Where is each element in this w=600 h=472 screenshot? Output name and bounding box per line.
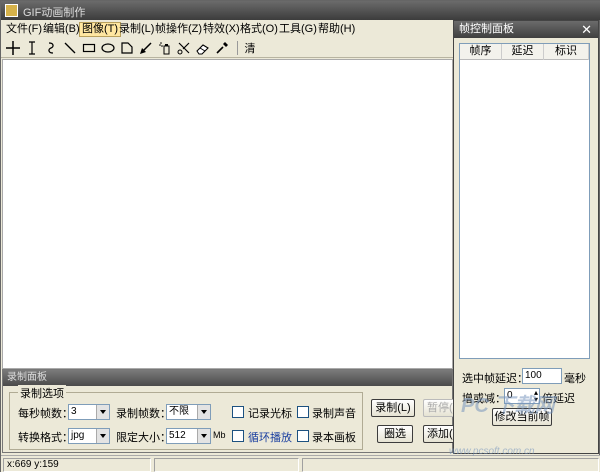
frame-delay-unit: 毫秒 (564, 373, 586, 385)
arrow-icon[interactable] (137, 40, 155, 56)
record-clipboard-label: 录本画板 (312, 432, 356, 444)
ellipse-icon[interactable] (99, 40, 117, 56)
menu-edit[interactable]: 编辑(B) (41, 22, 82, 37)
chevron-down-icon (96, 405, 109, 419)
record-panel: 录制面板 录制选项 每秒帧数： 3 录制帧数： 不限 记录光标 录制声音 转换格… (2, 369, 455, 453)
size-limit-label: 限定大小： (116, 432, 171, 444)
drawing-canvas[interactable] (2, 59, 453, 369)
spray-icon[interactable] (156, 40, 174, 56)
loop-play-checkbox[interactable] (232, 430, 244, 442)
menu-help[interactable]: 帮助(H) (316, 22, 357, 37)
menu-record[interactable]: 录制(L) (117, 22, 156, 37)
eraser-icon[interactable] (194, 40, 212, 56)
record-cursor-checkbox[interactable] (232, 406, 244, 418)
fps-value: 3 (71, 406, 77, 417)
add-button[interactable]: 添加( (423, 425, 455, 443)
menu-file[interactable]: 文件(F) (4, 22, 44, 37)
polygon-icon[interactable] (118, 40, 136, 56)
app-icon (5, 4, 18, 17)
frame-list[interactable]: 帧序 延迟 标识 (459, 43, 590, 359)
text-cursor-icon[interactable] (23, 40, 41, 56)
line-icon[interactable] (61, 40, 79, 56)
format-select[interactable]: jpg (68, 428, 110, 444)
fps-select[interactable]: 3 (68, 404, 110, 420)
close-icon[interactable]: ✕ (581, 22, 592, 37)
status-bar: x:669 y:159 (1, 455, 600, 472)
format-value: jpg (71, 430, 85, 441)
cursor-coordinates: x:669 y:159 (3, 458, 151, 472)
loop-play-label: 循环播放 (248, 432, 292, 444)
menu-effects[interactable]: 特效(X) (201, 22, 242, 37)
region-select-button[interactable]: 圈选 (377, 425, 413, 443)
record-clipboard-checkbox[interactable] (297, 430, 309, 442)
chevron-down-icon (197, 429, 210, 443)
rectangle-icon[interactable] (80, 40, 98, 56)
column-tag[interactable]: 标识 (544, 44, 589, 60)
frames-label: 录制帧数： (116, 408, 171, 420)
watermark-url: www.pcsoft.com.cn (449, 446, 535, 457)
size-unit: Mb (213, 430, 226, 440)
watermark-logo: PC 下载网 (461, 395, 555, 417)
status-cell-3 (302, 458, 599, 472)
frame-list-header: 帧序 延迟 标识 (460, 44, 589, 60)
record-sound-checkbox[interactable] (297, 406, 309, 418)
record-panel-title: 录制面板 (3, 370, 452, 386)
record-options-title: 录制选项 (18, 385, 66, 401)
drawing-toolbar: 清 (1, 38, 453, 58)
record-button[interactable]: 录制(L) (371, 399, 415, 417)
scissors-icon[interactable] (175, 40, 193, 56)
chevron-down-icon (197, 405, 210, 419)
menu-bar: 文件(F) 编辑(B) 图像(T) 录制(L) 帧操作(Z) 特效(X) 格式(… (1, 20, 453, 38)
size-limit-value: 512 (169, 430, 186, 441)
frame-delay-input[interactable]: 100 (522, 368, 562, 384)
record-sound-label: 录制声音 (312, 408, 356, 420)
window-title: GIF动画制作 (23, 7, 86, 19)
curve-icon[interactable] (42, 40, 60, 56)
menu-image[interactable]: 图像(T) (79, 22, 122, 37)
main-window: GIF动画制作 文件(F) 编辑(B) 图像(T) 录制(L) 帧操作(Z) 特… (0, 0, 600, 472)
frame-delay-label: 选中帧延迟： (462, 373, 528, 385)
toolbar-separator (237, 41, 238, 55)
format-label: 转换格式： (18, 432, 73, 444)
record-cursor-label: 记录光标 (248, 408, 292, 420)
eyedropper-icon[interactable] (213, 40, 231, 56)
crosshair-icon[interactable] (4, 40, 22, 56)
record-options-group: 录制选项 每秒帧数： 3 录制帧数： 不限 记录光标 录制声音 转换格式： jp… (9, 385, 363, 450)
chevron-down-icon (96, 429, 109, 443)
clear-button[interactable]: 清 (241, 40, 259, 56)
title-bar: GIF动画制作 (1, 1, 600, 20)
size-limit-select[interactable]: 512 (166, 428, 211, 444)
menu-tools[interactable]: 工具(G) (277, 22, 319, 37)
frames-select[interactable]: 不限 (166, 404, 211, 420)
menu-format[interactable]: 格式(O) (238, 22, 280, 37)
status-cell-2 (154, 458, 299, 472)
menu-frame-ops[interactable]: 帧操作(Z) (153, 22, 204, 37)
pause-button[interactable]: 暂停( (423, 399, 455, 417)
frame-panel-title: 帧控制面板 (454, 21, 598, 38)
frames-value: 不限 (169, 406, 189, 417)
column-frame-order[interactable]: 帧序 (460, 44, 502, 60)
column-delay[interactable]: 延迟 (502, 44, 544, 60)
fps-label: 每秒帧数： (18, 408, 73, 420)
